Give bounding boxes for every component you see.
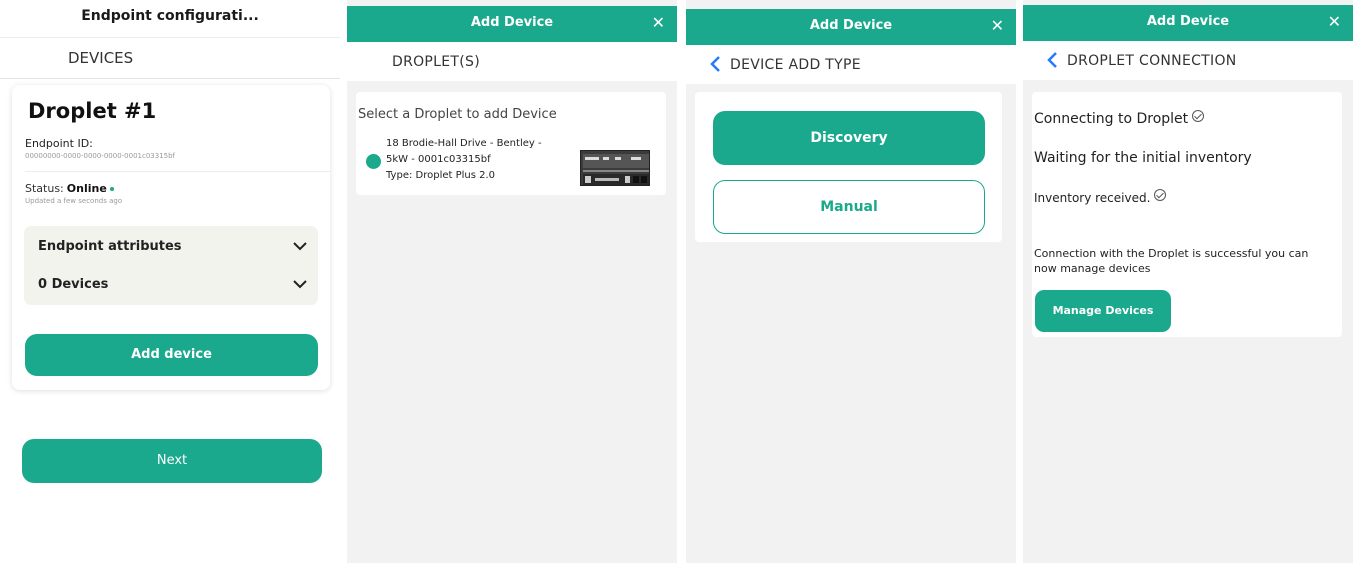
waiting-text: Waiting for the initial inventory: [1034, 150, 1252, 166]
accordion-devices[interactable]: 0 Devices: [38, 277, 308, 292]
section-heading-devices: DEVICES: [68, 49, 134, 67]
accordion-endpoint-attributes[interactable]: Endpoint attributes: [38, 239, 308, 254]
inventory-text: Inventory received.: [1034, 191, 1151, 205]
droplet-card: Droplet #1 Endpoint ID: 00000000-0000-00…: [12, 85, 330, 390]
close-icon[interactable]: ✕: [1328, 12, 1341, 31]
modal-title: Add Device: [809, 18, 893, 33]
endpoint-accordion: Endpoint attributes 0 Devices: [24, 226, 318, 305]
select-prompt: Select a Droplet to add Device: [358, 107, 557, 122]
droplet-title: Droplet #1: [28, 99, 157, 123]
status-value: Online: [66, 182, 107, 195]
discovery-button[interactable]: Discovery: [713, 111, 985, 165]
endpoint-configuration-screen: Endpoint configurati... DEVICES Droplet …: [0, 0, 340, 563]
divider: [0, 78, 340, 79]
close-icon[interactable]: ✕: [652, 13, 665, 32]
droplet-device-image: [580, 150, 650, 186]
check-circle-icon: [1192, 110, 1205, 122]
subheader: DROPLET CONNECTION: [1023, 41, 1353, 80]
add-device-button[interactable]: Add device: [25, 334, 318, 376]
accordion-label: Endpoint attributes: [38, 239, 182, 254]
next-button[interactable]: Next: [22, 439, 322, 483]
success-message: Connection with the Droplet is successfu…: [1034, 247, 1309, 275]
droplet-type: Type: Droplet Plus 2.0: [386, 170, 496, 181]
online-dot-icon: [109, 187, 114, 191]
droplet-list-card: Select a Droplet to add Device 18 Brodie…: [356, 92, 666, 195]
radio-selected-icon[interactable]: [366, 154, 381, 169]
inventory-status: Inventory received.: [1034, 189, 1167, 205]
modal-header: Add Device ✕: [1023, 5, 1353, 41]
modal-title: Add Device: [470, 15, 554, 30]
endpoint-id-value: 00000000-0000-0000-0000-0001c03315bf: [25, 152, 176, 160]
subheading: DROPLET CONNECTION: [1067, 53, 1237, 69]
subheader: DROPLET(S): [347, 42, 677, 81]
back-chevron-icon[interactable]: [708, 54, 722, 74]
subheader: DEVICE ADD TYPE: [686, 45, 1016, 84]
chevron-down-icon: [293, 280, 307, 289]
chevron-down-icon: [293, 242, 307, 251]
manage-devices-button[interactable]: Manage Devices: [1035, 290, 1171, 332]
divider: [25, 171, 330, 172]
updated-text: Updated a few seconds ago: [25, 197, 123, 205]
endpoint-id-label: Endpoint ID:: [25, 137, 93, 150]
accordion-label: 0 Devices: [38, 277, 109, 292]
subheading: DEVICE ADD TYPE: [730, 57, 861, 73]
check-circle-icon: [1154, 189, 1167, 201]
modal-title: Add Device: [1146, 14, 1230, 29]
add-type-card: Discovery Manual: [695, 92, 1002, 242]
modal-header: Add Device ✕: [686, 9, 1016, 45]
subheading: DROPLET(S): [392, 54, 480, 70]
select-droplet-screen: Add Device ✕ DROPLET(S) Select a Droplet…: [347, 0, 677, 563]
droplet-list-item[interactable]: 18 Brodie-Hall Drive - Bentley - 5kW - 0…: [362, 138, 652, 188]
divider: [0, 37, 340, 38]
status-label: Status:: [25, 182, 64, 195]
close-icon[interactable]: ✕: [991, 16, 1004, 35]
connecting-status: Connecting to Droplet: [1034, 110, 1205, 127]
droplet-id: 5kW - 0001c03315bf: [386, 154, 491, 165]
manual-button[interactable]: Manual: [713, 180, 985, 234]
droplet-connection-screen: Add Device ✕ DROPLET CONNECTION Connecti…: [1023, 0, 1353, 563]
modal-header: Add Device ✕: [347, 6, 677, 42]
window-title: Endpoint configurati...: [81, 8, 259, 24]
connection-status-card: Connecting to Droplet Waiting for the in…: [1032, 92, 1342, 337]
device-add-type-screen: Add Device ✕ DEVICE ADD TYPE Discovery M…: [686, 0, 1016, 563]
back-chevron-icon[interactable]: [1045, 50, 1059, 70]
status-row: Status: Online: [25, 182, 114, 195]
connecting-text: Connecting to Droplet: [1034, 111, 1189, 127]
droplet-address: 18 Brodie-Hall Drive - Bentley -: [386, 138, 542, 149]
